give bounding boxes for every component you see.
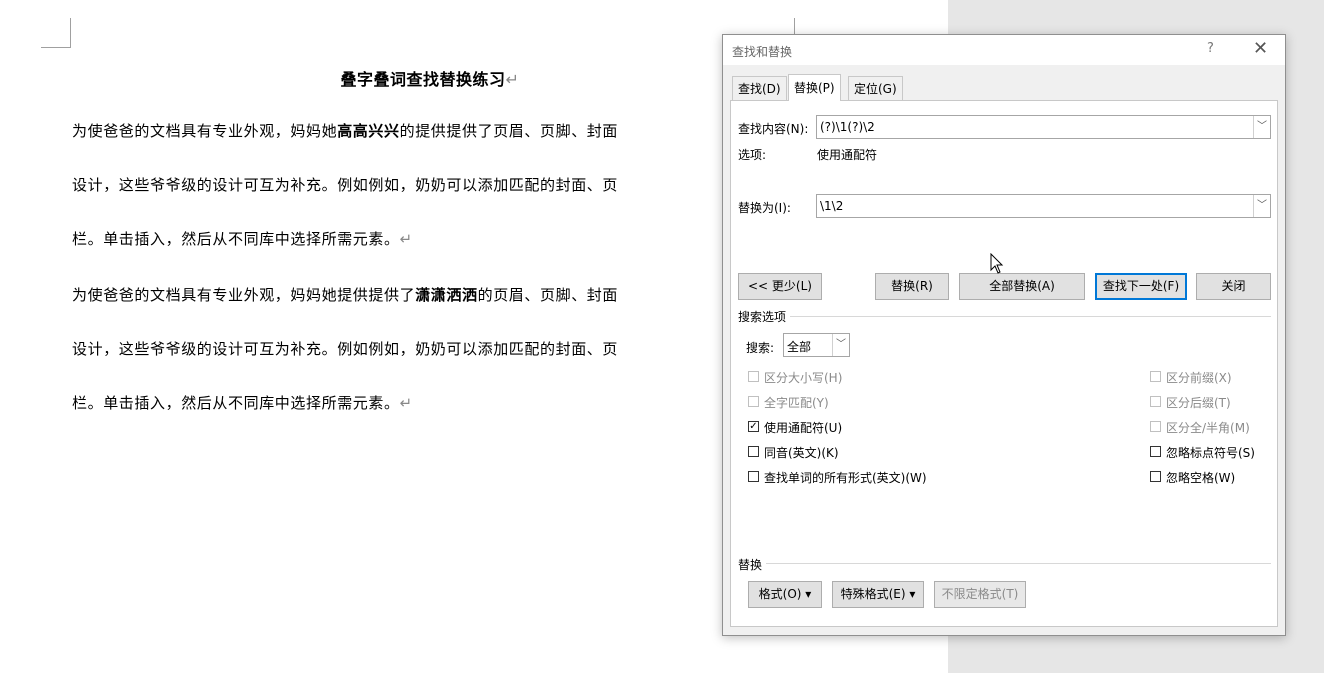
option-label: 全字匹配(Y) (764, 396, 829, 410)
document-line: 设计，这些爷爷级的设计可互为补充。例如例如，奶奶可以添加匹配的封面、页 (72, 338, 618, 359)
paragraph-mark: ↵ (505, 70, 520, 89)
document-line: 为使爸爸的文档具有专业外观，妈妈她高高兴兴的提供提供了页眉、页脚、封面 (72, 120, 618, 141)
bold-text: 潇潇洒洒 (415, 286, 478, 304)
less-button[interactable]: << 更少(L) (738, 273, 822, 300)
paragraph-mark: ↵ (399, 230, 413, 248)
option-checkbox[interactable] (1150, 471, 1161, 482)
bold-text: 高高兴兴 (337, 122, 400, 140)
option-checkbox (1150, 396, 1161, 407)
special-format-button[interactable]: 特殊格式(E) ▾ (832, 581, 924, 608)
line-text: 的页眉、页脚、封面 (477, 286, 619, 304)
document-line: 设计，这些爷爷级的设计可互为补充。例如例如，奶奶可以添加匹配的封面、页 (72, 174, 618, 195)
option-checkbox[interactable] (748, 471, 759, 482)
document-line: 栏。单击插入，然后从不同库中选择所需元素。↵ (72, 228, 413, 249)
option-checkbox[interactable] (1150, 446, 1161, 457)
find-replace-dialog: 查找和替换 ? ✕ 查找(D) 替换(P) 定位(G) 查找内容(N): (?)… (722, 34, 1286, 636)
document-line: 栏。单击插入，然后从不同库中选择所需元素。↵ (72, 392, 413, 413)
replace-section-heading: 替换 (738, 558, 763, 572)
close-icon[interactable]: ✕ (1253, 38, 1268, 59)
tab-goto[interactable]: 定位(G) (848, 76, 903, 100)
chevron-down-icon[interactable]: ﹀ (832, 334, 849, 356)
search-label: 搜索: (746, 341, 775, 355)
option-checkbox (748, 396, 759, 407)
search-options-heading: 搜索选项 (738, 310, 787, 324)
chevron-down-icon[interactable]: ﹀ (1253, 116, 1270, 138)
dialog-titlebar[interactable]: 查找和替换 ? ✕ (723, 35, 1285, 65)
option-label: 区分全/半角(M) (1166, 421, 1250, 435)
line-text: 设计，这些爷爷级的设计可互为补充。例如例如，奶奶可以添加匹配的封面、页 (72, 176, 619, 194)
options-label: 选项: (738, 148, 767, 162)
help-button[interactable]: ? (1207, 41, 1214, 56)
format-button[interactable]: 格式(O) ▾ (748, 581, 822, 608)
replace-label: 替换为(I): (738, 201, 791, 215)
line-text: 设计，这些爷爷级的设计可互为补充。例如例如，奶奶可以添加匹配的封面、页 (72, 340, 619, 358)
dialog-title: 查找和替换 (732, 45, 793, 59)
option-label[interactable]: 使用通配符(U) (764, 419, 842, 436)
option-label: 区分后缀(T) (1166, 396, 1231, 410)
find-next-button[interactable]: 查找下一处(F) (1095, 273, 1187, 300)
replace-button[interactable]: 替换(R) (875, 273, 949, 300)
replace-value: \1\2 (820, 199, 844, 213)
tab-find[interactable]: 查找(D) (732, 76, 787, 100)
no-format-button: 不限定格式(T) (934, 581, 1026, 608)
option-checkbox (748, 371, 759, 382)
option-label[interactable]: 忽略标点符号(S) (1166, 444, 1255, 461)
option-label[interactable]: 查找单词的所有形式(英文)(W) (764, 469, 927, 486)
option-label[interactable]: 同音(英文)(K) (764, 444, 839, 461)
option-label: 区分大小写(H) (764, 371, 843, 385)
option-checkbox[interactable]: ✓ (748, 421, 759, 432)
section-divider (790, 316, 1271, 317)
section-divider (766, 563, 1271, 564)
option-checkbox (1150, 421, 1161, 432)
option-checkbox[interactable] (748, 446, 759, 457)
replace-input[interactable]: \1\2 ﹀ (816, 194, 1271, 218)
option-label: 区分前缀(X) (1166, 371, 1232, 385)
line-text: 栏。单击插入，然后从不同库中选择所需元素。 (72, 230, 400, 248)
find-label: 查找内容(N): (738, 122, 809, 136)
close-button[interactable]: 关闭 (1196, 273, 1271, 300)
replace-tab-panel (730, 100, 1278, 627)
line-text: 的提供提供了页眉、页脚、封面 (399, 122, 619, 140)
paragraph-mark: ↵ (399, 394, 413, 412)
replace-all-button[interactable]: 全部替换(A) (959, 273, 1085, 300)
document-line: 为使爸爸的文档具有专业外观，妈妈她提供提供了潇潇洒洒的页眉、页脚、封面 (72, 284, 618, 305)
mouse-cursor-icon (990, 253, 1004, 274)
tab-replace[interactable]: 替换(P) (788, 74, 841, 101)
line-text: 为使爸爸的文档具有专业外观，妈妈她提供提供了 (72, 286, 416, 304)
options-value: 使用通配符 (817, 148, 878, 162)
find-value: (?)\1(?)\2 (820, 120, 875, 134)
chevron-down-icon[interactable]: ﹀ (1253, 195, 1270, 217)
find-input[interactable]: (?)\1(?)\2 ﹀ (816, 115, 1271, 139)
option-label[interactable]: 忽略空格(W) (1166, 469, 1235, 486)
option-checkbox (1150, 371, 1161, 382)
search-direction-value: 全部 (787, 340, 812, 354)
page-corner-mark (41, 18, 71, 48)
line-text: 为使爸爸的文档具有专业外观，妈妈她 (72, 122, 338, 140)
line-text: 栏。单击插入，然后从不同库中选择所需元素。 (72, 394, 400, 412)
search-direction-select[interactable]: 全部 ﹀ (783, 333, 850, 357)
